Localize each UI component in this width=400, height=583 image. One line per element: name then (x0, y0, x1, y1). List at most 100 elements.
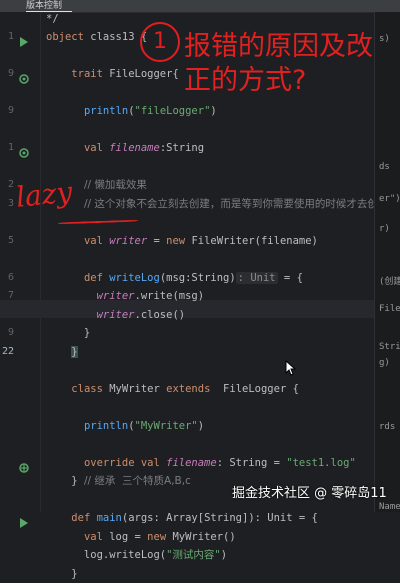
code-line: */ (0, 10, 400, 28)
code-token: val (83, 142, 110, 154)
code-line: 6 def writeLog(msg:String): Unit = { (0, 269, 400, 287)
line-number: 1 (7, 142, 14, 153)
code-token: writer (96, 308, 135, 321)
run-gutter-icon[interactable] (19, 32, 29, 47)
code-text: } (46, 324, 90, 342)
code-text: // 这个对象不会立刻去创建，而是等到你需要使用的时候才去创建 (46, 195, 388, 213)
code-token: } (46, 475, 84, 487)
code-line: println("MyWriter") (0, 417, 400, 435)
code-token: log.writeLog( (46, 549, 167, 561)
implemented-gutter-icon[interactable] (19, 143, 29, 158)
code-token: val (83, 234, 110, 247)
code-token: = { (277, 271, 303, 284)
code-token: filename (109, 142, 160, 154)
code-token: val (83, 530, 110, 543)
line-number: 9 (7, 68, 14, 79)
code-text: class MyWriter extends FileLogger { (46, 380, 299, 398)
code-token: .close() (134, 308, 186, 321)
code-line: 5 val writer = new FileWriter(filename) (0, 232, 400, 250)
code-token: "测试内容" (166, 549, 221, 561)
code-token: log = (109, 530, 148, 543)
code-token: println (83, 419, 129, 432)
panel-fragment: (创建 (379, 277, 400, 287)
code-token: : String = (216, 456, 287, 469)
code-token: ) (210, 105, 217, 117)
code-line: log.writeLog("测试内容") (0, 546, 400, 564)
code-text: val writer = new FileWriter(filename) (46, 232, 318, 250)
panel-fragment: g) (379, 358, 390, 368)
line-number: 1 (7, 31, 14, 42)
code-text: log.writeLog("测试内容") (46, 546, 227, 564)
code-token: // 懒加载效果 (83, 179, 147, 191)
comment-end: */ (46, 13, 59, 25)
code-token: : Unit (235, 271, 278, 284)
code-text: println("MyWriter") (46, 417, 204, 435)
code-token: // 继承 三个特质A,B,c (83, 475, 191, 487)
line-number: 6 (7, 271, 14, 283)
code-token: override val (83, 456, 167, 469)
code-token: new (166, 234, 192, 247)
code-token: object (46, 31, 91, 43)
code-token: def (83, 271, 110, 284)
code-token: writeLog (109, 271, 160, 284)
panel-fragment: er") (379, 194, 400, 204)
code-token: FileWriter(filename) (191, 234, 318, 247)
code-text: val log = new MyWriter() (46, 528, 236, 546)
code-token: "test1.log" (286, 456, 356, 469)
code-line: 1 val filename:String (0, 139, 400, 158)
code-text: val filename:String (46, 139, 204, 157)
code-token: } (46, 327, 91, 339)
panel-fragment: ds (379, 162, 390, 172)
code-line: val log = new MyWriter() (0, 528, 400, 546)
run-gutter-icon[interactable] (19, 513, 29, 528)
code-token: } (46, 567, 78, 580)
line-number: 9 (7, 105, 14, 116)
code-token: // 这个对象不会立刻去创建，而是等到你需要使用的时候才去创建 (83, 197, 389, 210)
code-token: } (71, 345, 78, 358)
code-token: (msg:String) (159, 271, 236, 284)
code-token: writer (109, 234, 148, 247)
watermark: 掘金技术社区 @ 零碎岛11 (232, 486, 387, 501)
code-token: :String (159, 142, 205, 154)
implemented-gutter-icon[interactable] (19, 69, 29, 84)
panel-fragment: Name (379, 502, 400, 512)
annotation-question: 报错的原因及改正的方式? (184, 31, 373, 96)
code-token: (args: Array[String]): Unit = { (121, 512, 318, 524)
code-token: extends (166, 382, 224, 395)
code-text: writer.write(msg) (46, 287, 204, 305)
code-token: MyWriter() (172, 530, 236, 543)
code-line: 9 } (0, 324, 400, 342)
code-token: println (83, 105, 129, 117)
code-token: .write(msg) (134, 290, 205, 302)
code-token: writer (96, 290, 135, 302)
code-token: ) (220, 549, 228, 561)
code-line: writer.close() (0, 306, 400, 324)
code-line: 9 println("fileLogger") (0, 102, 400, 120)
override-gutter-icon[interactable] (19, 458, 29, 473)
line-number: 5 (7, 234, 14, 246)
code-token: = (147, 234, 167, 247)
code-text: println("fileLogger") (46, 102, 217, 120)
code-text: } (46, 343, 78, 361)
code-text: def writeLog(msg:String): Unit = { (46, 269, 303, 287)
code-line: override val filename: String = "test1.l… (0, 454, 400, 473)
code-line: 7 writer.write(msg) (0, 287, 400, 305)
line-number: 2 (7, 179, 14, 190)
code-token: trait (71, 68, 110, 80)
annotation-circle-number: 1 (140, 22, 180, 62)
